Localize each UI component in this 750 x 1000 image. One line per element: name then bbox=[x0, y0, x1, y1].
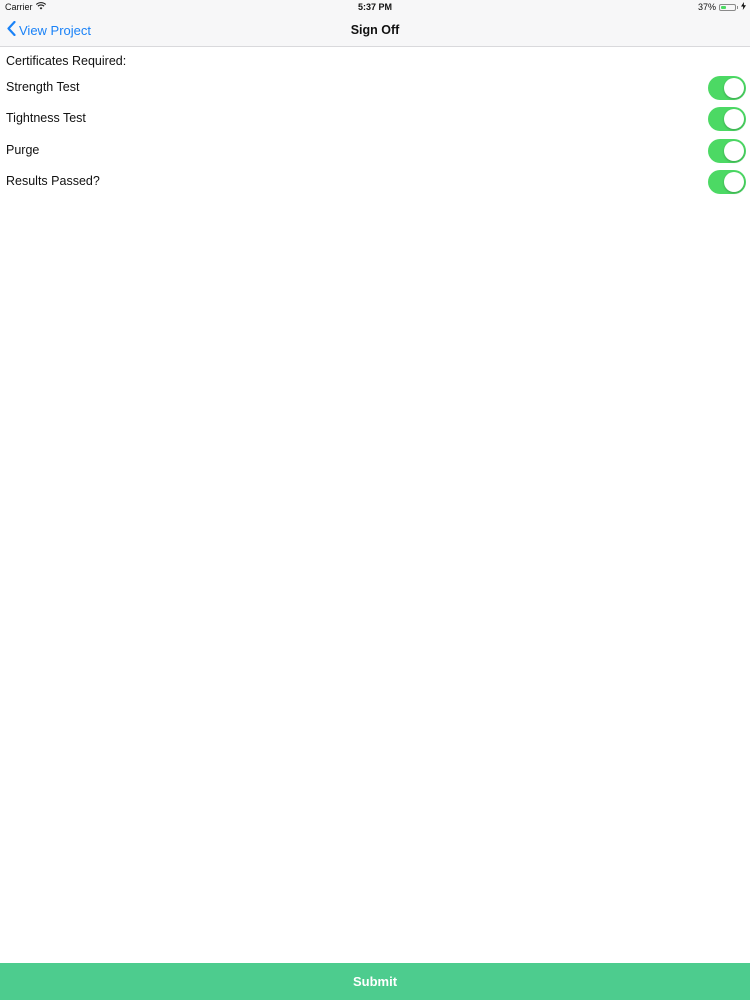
navigation-bar: View Project Sign Off bbox=[0, 15, 750, 47]
toggle-label: Results Passed? bbox=[6, 174, 100, 188]
chevron-left-icon bbox=[7, 20, 19, 39]
back-button-label: View Project bbox=[19, 22, 92, 38]
toggle-knob bbox=[724, 78, 744, 98]
toggle-row-strength-test: Strength Test bbox=[0, 73, 750, 103]
battery-icon bbox=[719, 3, 736, 11]
toggle-label: Purge bbox=[6, 143, 40, 157]
toggle-row-tightness-test: Tightness Test bbox=[0, 104, 750, 134]
toggle-row-purge: Purge bbox=[0, 136, 750, 166]
status-bar: Carrier 5:37 PM 37% bbox=[0, 0, 750, 15]
submit-button[interactable]: Submit bbox=[0, 963, 750, 1000]
toggle-knob bbox=[724, 109, 744, 129]
toggle-knob bbox=[724, 141, 744, 161]
battery-cap bbox=[737, 5, 738, 9]
sign-off-screen: Carrier 5:37 PM 37% View Project Sign Of… bbox=[0, 0, 750, 1000]
status-time: 5:37 PM bbox=[357, 2, 392, 12]
toggle-label: Tightness Test bbox=[6, 111, 86, 125]
charging-icon bbox=[741, 2, 746, 12]
toggle-label: Strength Test bbox=[6, 80, 80, 94]
results-passed-toggle[interactable] bbox=[708, 170, 746, 194]
battery-fill bbox=[721, 5, 726, 9]
section-label: Certificates Required: bbox=[6, 54, 127, 68]
toggle-knob bbox=[724, 172, 744, 192]
battery-percent: 37% bbox=[697, 2, 716, 12]
status-battery-group: 37% bbox=[698, 2, 746, 12]
tightness-test-toggle[interactable] bbox=[708, 107, 746, 131]
toggle-row-results-passed: Results Passed? bbox=[0, 167, 750, 197]
strength-test-toggle[interactable] bbox=[708, 76, 746, 100]
page-title: Sign Off bbox=[350, 23, 400, 37]
back-button[interactable]: View Project bbox=[7, 20, 92, 39]
purge-toggle[interactable] bbox=[708, 139, 746, 163]
